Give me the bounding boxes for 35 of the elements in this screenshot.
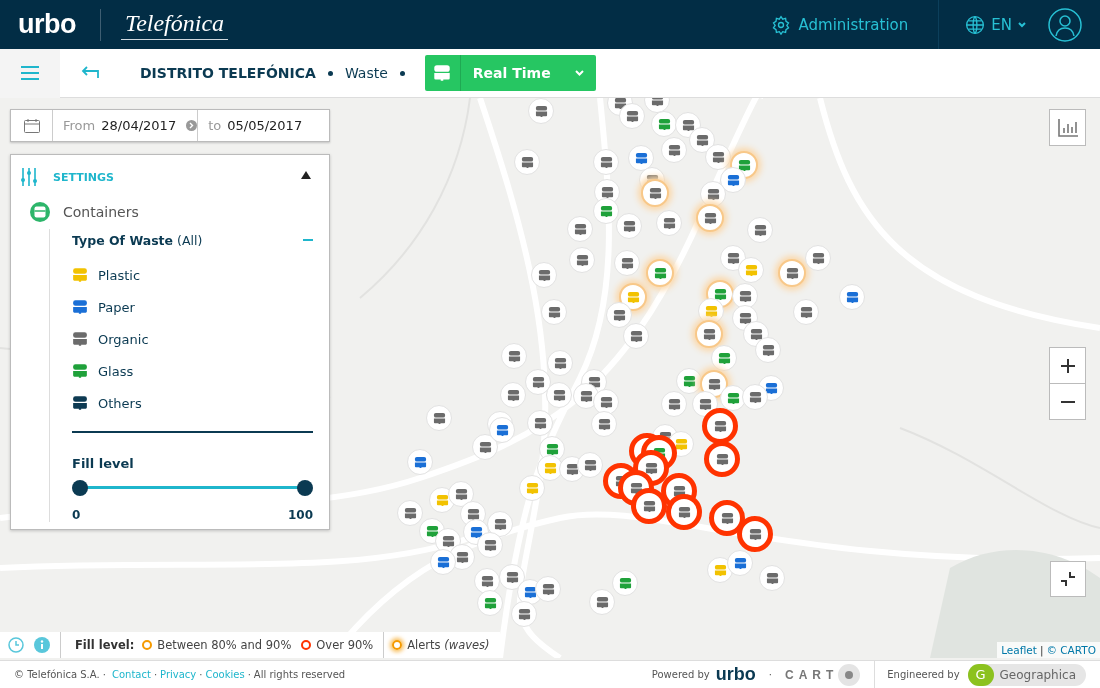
engineered-by-text: Engineered by (887, 669, 960, 680)
geographica-name: Geographica (999, 667, 1076, 682)
separator-dot: · (768, 669, 772, 680)
settings-title: SETTINGS (53, 170, 114, 184)
waste-type-label[interactable]: Plastic (98, 267, 141, 283)
legend-title: Fill level: (75, 638, 135, 652)
waste-type-label[interactable]: Paper (98, 299, 135, 315)
partner-logo: Telefónica (121, 9, 229, 40)
attribution-separator: | (1039, 644, 1044, 656)
language-selector[interactable]: EN (939, 14, 1048, 35)
breadcrumb-item: Waste (344, 65, 388, 81)
filter-title: Type Of Waste (All) (72, 232, 203, 248)
separator-dot: · (199, 669, 203, 680)
layer-name: Containers (63, 204, 139, 220)
rights-text: All rights reserved (253, 669, 346, 680)
carto-link[interactable]: © CARTO (1046, 644, 1096, 656)
fill-level-title: Fill level (72, 456, 134, 471)
copyright-text: © Telefónica S.A. · (14, 669, 106, 680)
slider-tick-label: 100 (287, 508, 313, 522)
separator-dot: · (153, 669, 158, 680)
waste-type-label[interactable]: Glass (98, 363, 134, 379)
breadcrumb-item: DISTRITO TELEFÓNICA (140, 65, 316, 81)
slider-tick-label: 0 (72, 508, 81, 522)
legend-label: Alerts (waves) (407, 638, 490, 652)
geographica-letter: G (967, 663, 994, 686)
legend-label: Over 90% (316, 638, 374, 652)
leaflet-link[interactable]: Leaflet (1001, 644, 1037, 656)
urbo-logo: urbo (18, 9, 76, 40)
separator-dot: · (247, 669, 251, 680)
waste-type-label[interactable]: Others (98, 395, 142, 411)
waste-type-label[interactable]: Organic (98, 331, 149, 347)
legend-label: Between 80% and 90% (157, 638, 292, 652)
powered-by-text: Powered by (651, 669, 710, 680)
carto-logo: CART (784, 667, 839, 682)
urbo-logo: urbo (715, 664, 756, 685)
